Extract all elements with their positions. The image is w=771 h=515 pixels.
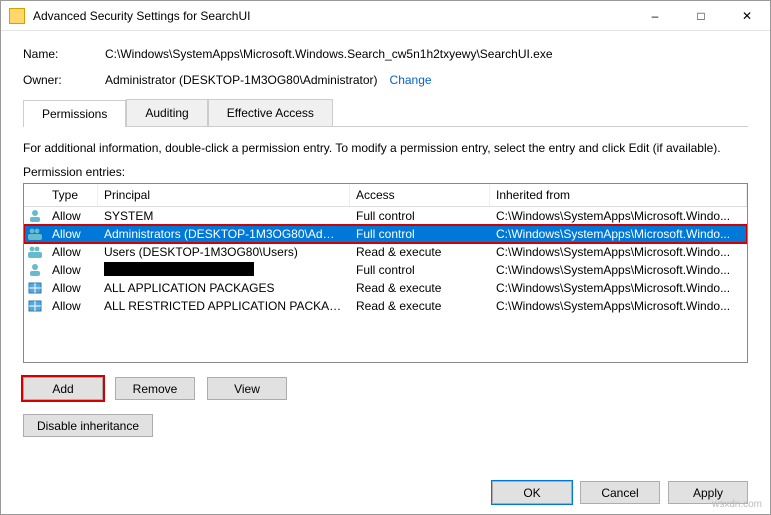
principal-icon	[24, 209, 46, 223]
security-settings-window: Advanced Security Settings for SearchUI …	[0, 0, 771, 515]
cell-type: Allow	[46, 208, 98, 224]
tab-auditing[interactable]: Auditing	[126, 99, 207, 126]
owner-field: Owner: Administrator (DESKTOP-1M3OG80\Ad…	[23, 73, 748, 87]
cell-type: Allow	[46, 244, 98, 260]
principal-icon	[24, 245, 46, 259]
cell-principal: Users (DESKTOP-1M3OG80\Users)	[98, 244, 350, 260]
principal-icon	[24, 299, 46, 313]
owner-label: Owner:	[23, 73, 105, 87]
principal-icon	[24, 227, 46, 241]
titlebar: Advanced Security Settings for SearchUI …	[1, 1, 770, 31]
redacted-principal	[104, 262, 254, 276]
cell-inherited: C:\Windows\SystemApps\Microsoft.Windo...	[490, 208, 747, 224]
remove-button[interactable]: Remove	[115, 377, 195, 400]
cell-principal: Administrators (DESKTOP-1M3OG80\Admi...	[98, 226, 350, 242]
cell-type: Allow	[46, 226, 98, 242]
cell-inherited: C:\Windows\SystemApps\Microsoft.Windo...	[490, 262, 747, 278]
cell-principal: ALL RESTRICTED APPLICATION PACKAGES	[98, 298, 350, 314]
inheritance-buttons: Disable inheritance	[23, 414, 748, 437]
tab-permissions[interactable]: Permissions	[23, 100, 126, 127]
view-button[interactable]: View	[207, 377, 287, 400]
watermark: wsxdn.com	[712, 499, 762, 510]
table-header: Type Principal Access Inherited from	[24, 184, 747, 207]
table-row[interactable]: AllowSYSTEMFull controlC:\Windows\System…	[24, 207, 747, 225]
principal-icon	[24, 263, 46, 277]
cell-access: Full control	[350, 208, 490, 224]
header-inherited[interactable]: Inherited from	[490, 184, 747, 206]
cell-principal: SYSTEM	[98, 208, 350, 224]
cell-type: Allow	[46, 280, 98, 296]
disable-inheritance-button[interactable]: Disable inheritance	[23, 414, 153, 437]
header-icon	[24, 184, 46, 206]
table-row[interactable]: AllowALL APPLICATION PACKAGESRead & exec…	[24, 279, 747, 297]
cell-access: Full control	[350, 226, 490, 242]
maximize-button[interactable]: □	[678, 1, 724, 31]
change-owner-link[interactable]: Change	[390, 73, 432, 87]
cell-inherited: C:\Windows\SystemApps\Microsoft.Windo...	[490, 298, 747, 314]
cell-access: Read & execute	[350, 298, 490, 314]
minimize-button[interactable]: –	[632, 1, 678, 31]
cell-inherited: C:\Windows\SystemApps\Microsoft.Windo...	[490, 244, 747, 260]
window-controls: – □ ✕	[632, 1, 770, 31]
cell-access: Read & execute	[350, 244, 490, 260]
folder-icon	[9, 8, 25, 24]
content-area: Name: C:\Windows\SystemApps\Microsoft.Wi…	[1, 31, 770, 447]
entry-buttons: Add Remove View	[23, 377, 748, 400]
info-text: For additional information, double-click…	[23, 141, 748, 155]
table-body: AllowSYSTEMFull controlC:\Windows\System…	[24, 207, 747, 315]
principal-icon	[24, 281, 46, 295]
cell-inherited: C:\Windows\SystemApps\Microsoft.Windo...	[490, 226, 747, 242]
cell-inherited: C:\Windows\SystemApps\Microsoft.Windo...	[490, 280, 747, 296]
table-row[interactable]: AllowAdministrators (DESKTOP-1M3OG80\Adm…	[24, 225, 747, 243]
window-title: Advanced Security Settings for SearchUI	[33, 9, 632, 23]
cell-principal	[98, 261, 350, 280]
ok-button[interactable]: OK	[492, 481, 572, 504]
cell-access: Read & execute	[350, 280, 490, 296]
cell-type: Allow	[46, 262, 98, 278]
header-principal[interactable]: Principal	[98, 184, 350, 206]
table-row[interactable]: AllowUsers (DESKTOP-1M3OG80\Users)Read &…	[24, 243, 747, 261]
cell-access: Full control	[350, 262, 490, 278]
permissions-table[interactable]: Type Principal Access Inherited from All…	[23, 183, 748, 363]
tab-strip: Permissions Auditing Effective Access	[23, 99, 748, 127]
table-row[interactable]: AllowALL RESTRICTED APPLICATION PACKAGES…	[24, 297, 747, 315]
cancel-button[interactable]: Cancel	[580, 481, 660, 504]
add-button[interactable]: Add	[23, 377, 103, 400]
name-value: C:\Windows\SystemApps\Microsoft.Windows.…	[105, 47, 553, 61]
dialog-buttons: OK Cancel Apply	[492, 481, 748, 504]
cell-type: Allow	[46, 298, 98, 314]
close-button[interactable]: ✕	[724, 1, 770, 31]
permission-entries-label: Permission entries:	[23, 165, 748, 179]
header-type[interactable]: Type	[46, 184, 98, 206]
name-field: Name: C:\Windows\SystemApps\Microsoft.Wi…	[23, 47, 748, 61]
table-row[interactable]: Allow Full controlC:\Windows\SystemApps\M…	[24, 261, 747, 279]
name-label: Name:	[23, 47, 105, 61]
header-access[interactable]: Access	[350, 184, 490, 206]
tab-effective-access[interactable]: Effective Access	[208, 99, 333, 126]
cell-principal: ALL APPLICATION PACKAGES	[98, 280, 350, 296]
owner-value: Administrator (DESKTOP-1M3OG80\Administr…	[105, 73, 378, 87]
